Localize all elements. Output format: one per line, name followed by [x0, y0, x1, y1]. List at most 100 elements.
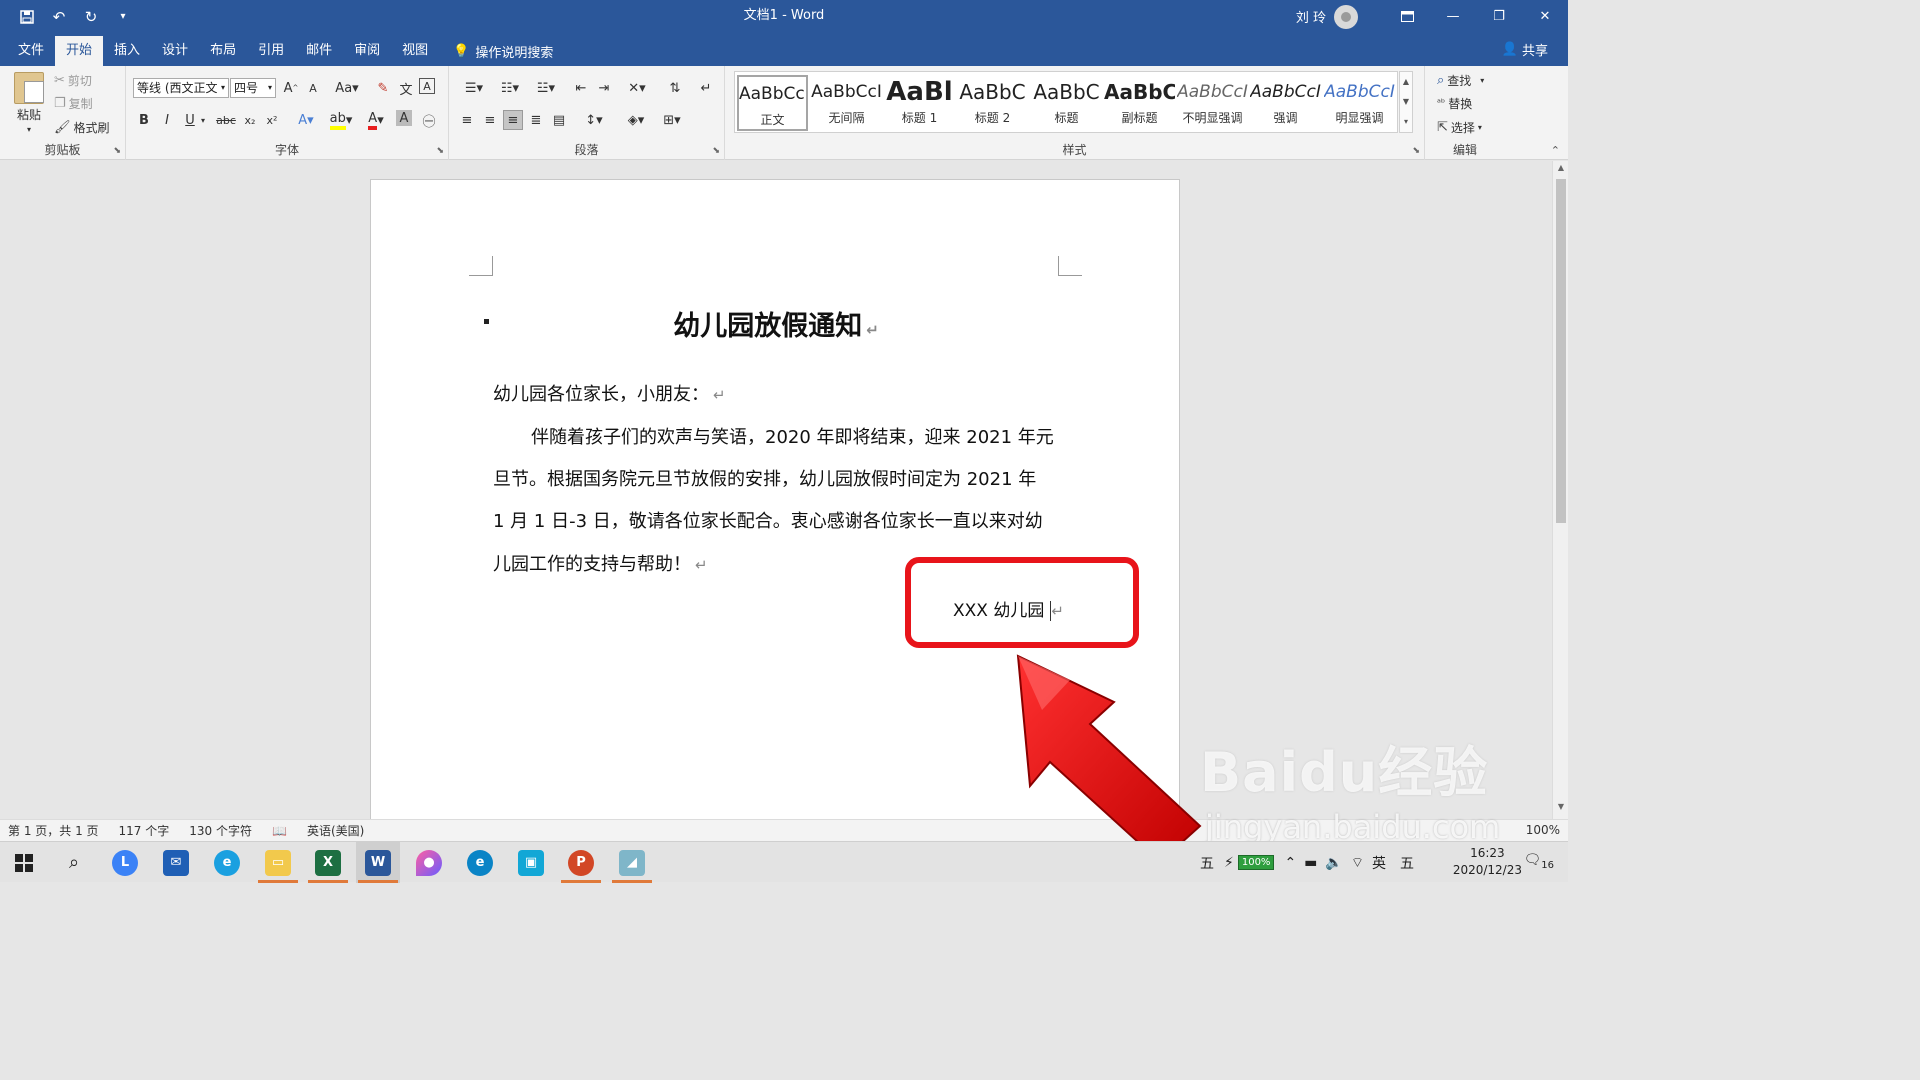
justify-icon[interactable]: ≣ — [526, 110, 546, 130]
taskbar-app-explorer[interactable]: ▭ — [256, 842, 300, 883]
tab-layout[interactable]: 布局 — [199, 36, 247, 66]
grow-font-icon[interactable]: A ^ — [281, 78, 301, 98]
restore-icon[interactable]: ❐ — [1476, 0, 1522, 33]
redo-icon[interactable]: ↻ — [78, 5, 104, 29]
tab-insert[interactable]: 插入 — [103, 36, 151, 66]
taskbar-app-ie[interactable]: e — [205, 842, 249, 883]
character-border-icon[interactable]: A — [419, 78, 435, 94]
borders-icon[interactable]: ⊞▾ — [657, 110, 687, 130]
shrink-font-icon[interactable]: A — [303, 78, 323, 98]
replace-button[interactable]: ᵃᵇ 替换 — [1437, 95, 1472, 112]
subscript-icon[interactable]: x₂ — [240, 110, 260, 130]
style-heading-2[interactable]: AaBbC 标题 2 — [957, 75, 1028, 131]
cut-button[interactable]: ✂ 剪切 — [54, 72, 92, 89]
find-button[interactable]: ⌕ 查找 ▾ — [1437, 72, 1484, 89]
chevron-down-icon[interactable]: ▾ — [198, 110, 208, 130]
tab-design[interactable]: 设计 — [151, 36, 199, 66]
style-title[interactable]: AaBbC 标题 — [1031, 75, 1102, 131]
change-case-icon[interactable]: Aa▾ — [332, 78, 362, 98]
highlight-color-icon[interactable]: ab ▾ — [326, 110, 356, 130]
tab-home[interactable]: 开始 — [55, 36, 104, 66]
char-count[interactable]: 130 个字符 — [189, 822, 252, 839]
style-heading-1[interactable]: AaBl 标题 1 — [884, 75, 955, 131]
line-spacing-icon[interactable]: ↕▾ — [579, 110, 609, 130]
battery-level[interactable]: 100% — [1237, 855, 1275, 870]
taskbar-app-l[interactable]: L — [103, 842, 147, 883]
avatar[interactable] — [1334, 4, 1358, 29]
signature-line[interactable]: XXX 幼儿园 ↵ — [953, 596, 1064, 621]
user-name[interactable]: 刘 玲 — [1296, 7, 1326, 26]
tab-mailings[interactable]: 邮件 — [295, 36, 343, 66]
strikethrough-icon[interactable]: abc — [214, 110, 238, 130]
ime-mode[interactable]: 五 — [1200, 853, 1214, 873]
copy-button[interactable]: ❐ 复制 — [54, 95, 93, 112]
wifi-icon[interactable]: ⌔ — [1351, 854, 1364, 872]
scrollbar-thumb[interactable] — [1556, 179, 1566, 523]
tab-review[interactable]: 审阅 — [343, 36, 391, 66]
volume-icon[interactable]: 🔈 — [1325, 855, 1342, 871]
ribbon-display-options-icon[interactable] — [1384, 0, 1430, 33]
body-line-4[interactable]: 儿园工作的支持与帮助！ ↵ — [493, 550, 708, 576]
style-emphasis[interactable]: AaBbCcI 强调 — [1250, 75, 1321, 131]
battery-icon[interactable]: ▬ — [1304, 855, 1317, 871]
collapse-ribbon-icon[interactable]: ⌃ — [1551, 144, 1560, 157]
increase-indent-icon[interactable]: ⇥ — [594, 78, 614, 98]
dialog-launcher-icon[interactable]: ⬊ — [113, 146, 121, 156]
ime-indicator[interactable]: 五 — [1400, 853, 1414, 873]
scroll-down-icon[interactable]: ▼ — [1553, 802, 1569, 816]
customize-qat-icon[interactable]: ▾ — [110, 5, 136, 29]
style-intense-emphasis[interactable]: AaBbCcI 明显强调 — [1324, 75, 1395, 131]
distributed-icon[interactable]: ▤ — [549, 110, 569, 130]
format-painter-button[interactable]: 🖌 格式刷 — [54, 119, 110, 136]
body-line-3[interactable]: 1 月 1 日-3 日，敬请各位家长配合。衷心感谢各位家长一直以来对幼 — [493, 507, 1043, 533]
decrease-indent-icon[interactable]: ⇤ — [571, 78, 591, 98]
tell-me-search[interactable]: 💡 操作说明搜索 — [439, 36, 553, 66]
document-title[interactable]: 幼儿园放假通知 ↵ — [371, 304, 1181, 343]
chevron-up-icon[interactable]: ▲ — [1400, 72, 1412, 92]
notification-center[interactable]: 🗨16 — [1523, 852, 1554, 871]
taskbar-app-edge[interactable]: e — [458, 842, 502, 883]
taskbar-app-mail[interactable]: ✉ — [154, 842, 198, 883]
enclose-characters-icon[interactable]: ㊀ — [419, 110, 439, 130]
dialog-launcher-icon[interactable]: ⬊ — [712, 146, 720, 156]
style-subtle-emphasis[interactable]: AaBbCcI 不明显强调 — [1177, 75, 1248, 131]
underline-icon[interactable]: U — [180, 110, 200, 130]
chevron-up-icon[interactable]: ⌃ — [1284, 855, 1296, 871]
input-language[interactable]: 英 — [1372, 853, 1386, 873]
body-line-2[interactable]: 旦节。根据国务院元旦节放假的安排，幼儿园放假时间定为 2021 年 — [493, 465, 1036, 491]
taskbar-app-powerpoint[interactable]: P — [559, 842, 603, 883]
phonetic-guide-icon[interactable]: 文 — [396, 78, 416, 98]
sort-icon[interactable]: ⇅ — [665, 78, 685, 98]
shading-icon[interactable]: ◈▾ — [621, 110, 651, 130]
vertical-scrollbar[interactable]: ▲ ▼ — [1552, 161, 1568, 819]
align-center-icon[interactable]: ≡ — [480, 110, 500, 130]
minimize-icon[interactable]: — — [1430, 0, 1476, 33]
bullets-icon[interactable]: ☰▾ — [457, 78, 491, 98]
dialog-launcher-icon[interactable]: ⬊ — [436, 146, 444, 156]
dialog-launcher-icon[interactable]: ⬊ — [1412, 146, 1420, 156]
body-line-1[interactable]: 伴随着孩子们的欢声与笑语，2020 年即将结束，迎来 2021 年元 — [531, 423, 1054, 449]
align-right-icon[interactable]: ≡ — [503, 110, 523, 130]
scroll-up-icon[interactable]: ▲ — [1553, 163, 1569, 177]
font-size-dropdown[interactable]: 四号 ▾ — [230, 78, 276, 98]
language[interactable]: 英语(美国) — [307, 822, 364, 839]
tab-view[interactable]: 视图 — [391, 36, 439, 66]
save-icon[interactable] — [14, 5, 40, 29]
styles-scroller[interactable]: ▲ ▼ ▾ — [1399, 71, 1413, 133]
close-icon[interactable]: ✕ — [1522, 0, 1568, 33]
undo-icon[interactable]: ↶ — [46, 5, 72, 29]
start-button[interactable] — [2, 842, 46, 883]
chevron-down-icon[interactable]: ▼ — [1400, 92, 1412, 112]
share-button[interactable]: 👤 共享 — [1502, 33, 1548, 66]
search-icon[interactable]: ⌕ — [52, 842, 96, 883]
italic-icon[interactable]: I — [157, 110, 177, 130]
more-styles-icon[interactable]: ▾ — [1400, 112, 1412, 132]
select-button[interactable]: ⇱ 选择 ▾ — [1437, 119, 1482, 136]
zoom-level[interactable]: 100% — [1526, 823, 1560, 837]
align-left-icon[interactable]: ≡ — [457, 110, 477, 130]
numbering-icon[interactable]: ☷▾ — [493, 78, 527, 98]
word-count[interactable]: 117 个字 — [119, 822, 170, 839]
character-shading-icon[interactable]: A — [396, 110, 412, 126]
taskbar-app-paint[interactable]: ● — [407, 842, 451, 883]
taskbar-app-media[interactable]: ▣ — [509, 842, 553, 883]
